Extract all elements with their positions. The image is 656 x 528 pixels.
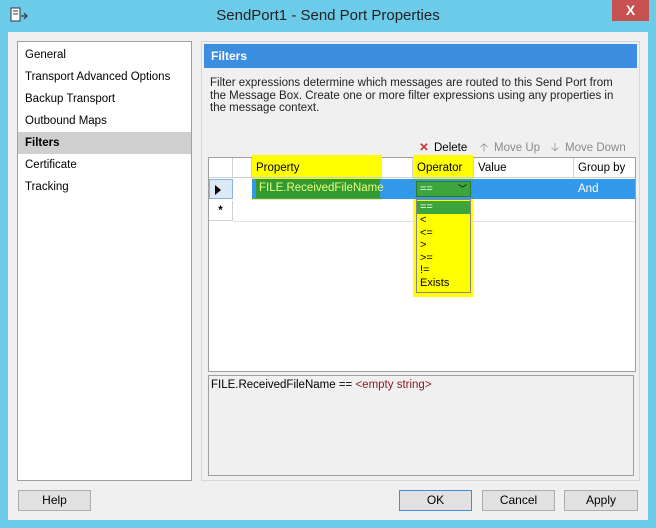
help-button[interactable]: Help xyxy=(18,490,91,511)
value-cell[interactable] xyxy=(474,179,574,199)
column-header-operator[interactable]: Operator xyxy=(413,158,474,178)
operator-option[interactable]: != xyxy=(417,264,470,277)
delete-label: Delete xyxy=(434,142,468,154)
column-header-group-by[interactable]: Group by xyxy=(574,158,635,178)
operator-option[interactable]: == xyxy=(417,201,470,214)
row-blank-cell xyxy=(233,179,252,199)
new-row-marker[interactable]: * xyxy=(209,201,233,221)
operator-option[interactable]: >= xyxy=(417,252,470,265)
operator-option[interactable]: < xyxy=(417,214,470,227)
filter-grid: Property Operator Value Group by FILE.Re… xyxy=(208,155,636,372)
delete-x-icon: ✕ xyxy=(419,142,429,154)
expression-left: FILE.ReceivedFileName == xyxy=(211,379,353,391)
panel-description: Filter expressions determine which messa… xyxy=(210,77,614,114)
operator-value: == xyxy=(420,183,433,195)
sidebar-nav: General Transport Advanced Options Backu… xyxy=(17,41,192,481)
operator-options-list: == < <= > >= != Exists xyxy=(416,199,471,293)
row-header-corner xyxy=(209,158,233,178)
title-bar: SendPort1 - Send Port Properties X xyxy=(0,0,656,32)
window-frame: SendPort1 - Send Port Properties X Gener… xyxy=(0,0,656,528)
column-header-property[interactable]: Property xyxy=(252,158,413,178)
move-up-label: Move Up xyxy=(494,142,541,154)
close-button[interactable]: X xyxy=(612,0,649,21)
column-header-value[interactable]: Value xyxy=(474,158,574,178)
cancel-button[interactable]: Cancel xyxy=(482,490,555,511)
group-by-cell[interactable]: And xyxy=(574,179,635,199)
operator-option[interactable]: Exists xyxy=(417,277,470,290)
filters-panel: Filters Filter expressions determine whi… xyxy=(201,41,640,481)
operator-option[interactable]: <= xyxy=(417,227,470,240)
arrow-up-icon: 🡡 xyxy=(479,142,489,154)
sidebar-item-outbound-maps[interactable]: Outbound Maps xyxy=(18,110,191,132)
row-selector-icon[interactable] xyxy=(209,179,233,199)
sidebar-item-certificate[interactable]: Certificate xyxy=(18,154,191,176)
move-down-button[interactable]: 🡣 Move Down xyxy=(549,140,626,156)
move-down-label: Move Down xyxy=(565,142,626,154)
expression-preview: FILE.ReceivedFileName == <empty string> xyxy=(208,375,634,476)
chevron-down-icon[interactable]: ﹀ xyxy=(458,182,467,196)
sidebar-item-tracking[interactable]: Tracking xyxy=(18,176,191,198)
apply-button[interactable]: Apply xyxy=(564,490,638,511)
expression-right: <empty string> xyxy=(355,379,432,391)
panel-title: Filters xyxy=(204,44,637,68)
operator-dropdown[interactable]: == ﹀ xyxy=(416,181,471,197)
arrow-down-icon: 🡣 xyxy=(550,142,560,154)
move-up-button[interactable]: 🡡 Move Up xyxy=(478,140,540,156)
sidebar-item-transport-advanced-options[interactable]: Transport Advanced Options xyxy=(18,66,191,88)
sidebar-item-backup-transport[interactable]: Backup Transport xyxy=(18,88,191,110)
window-title: SendPort1 - Send Port Properties xyxy=(216,7,440,24)
ok-button[interactable]: OK xyxy=(399,490,472,511)
dialog-client: General Transport Advanced Options Backu… xyxy=(8,32,648,520)
sidebar-item-filters[interactable]: Filters xyxy=(18,132,191,154)
delete-button[interactable]: ✕ Delete xyxy=(418,140,467,156)
column-header-blank xyxy=(233,158,252,178)
operator-option[interactable]: > xyxy=(417,239,470,252)
sidebar-item-general[interactable]: General xyxy=(18,44,191,66)
property-cell[interactable]: FILE.ReceivedFileName xyxy=(256,179,384,198)
